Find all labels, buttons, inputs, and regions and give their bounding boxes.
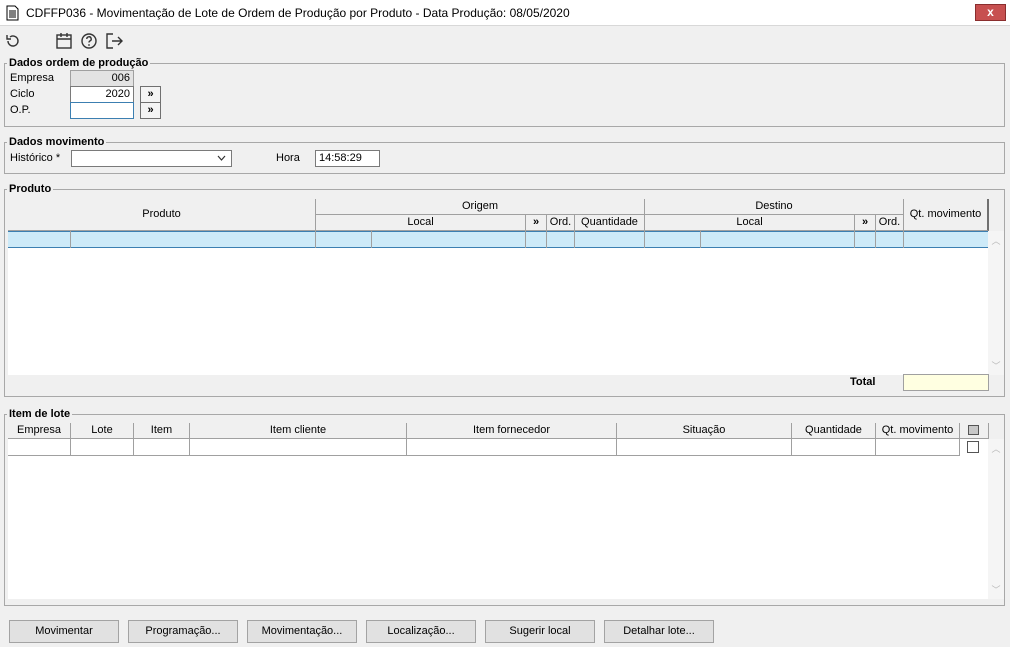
- dados-movimento-legend: Dados movimento: [9, 136, 105, 148]
- col-situacao[interactable]: Situação: [617, 423, 792, 439]
- calendar-icon[interactable]: [55, 32, 73, 50]
- historico-label: Histórico *: [10, 152, 61, 164]
- chevron-down-icon[interactable]: [217, 155, 226, 162]
- col-lote[interactable]: Lote: [71, 423, 134, 439]
- total-field: [903, 374, 989, 391]
- table-row[interactable]: [8, 231, 989, 248]
- historico-select[interactable]: [71, 150, 232, 167]
- movimentar-button[interactable]: Movimentar: [9, 620, 119, 643]
- col-origem-expand[interactable]: »: [526, 215, 547, 231]
- sugerir-local-button[interactable]: Sugerir local: [485, 620, 595, 643]
- detalhar-lote-button[interactable]: Detalhar lote...: [604, 620, 714, 643]
- col-origem-local[interactable]: Local: [316, 215, 526, 231]
- produto-scrollbar[interactable]: ︿ ﹀: [988, 231, 1004, 375]
- ciclo-label: Ciclo: [10, 88, 35, 100]
- refresh-icon[interactable]: [4, 32, 22, 50]
- ciclo-expand-button[interactable]: »: [140, 86, 161, 103]
- col-qt-movimento-lote[interactable]: Qt. movimento: [876, 423, 960, 439]
- item-lote-grid[interactable]: Empresa Lote Item Item cliente Item forn…: [8, 423, 989, 599]
- document-icon: [6, 5, 19, 21]
- select-all-checkbox[interactable]: [968, 425, 979, 435]
- col-origem-ord[interactable]: Ord.: [547, 215, 575, 231]
- item-lote-legend: Item de lote: [9, 408, 71, 420]
- empresa-label: Empresa: [10, 72, 55, 84]
- col-item-fornecedor[interactable]: Item fornecedor: [407, 423, 617, 439]
- produto-grid[interactable]: Produto Origem Destino Qt. movimento Loc…: [8, 199, 989, 375]
- close-button[interactable]: x: [975, 4, 1006, 21]
- op-expand-button[interactable]: »: [140, 102, 161, 119]
- ciclo-field[interactable]: 2020: [70, 86, 134, 103]
- hora-label: Hora: [276, 152, 300, 164]
- help-icon[interactable]: [80, 32, 98, 50]
- col-empresa[interactable]: Empresa: [8, 423, 71, 439]
- row-checkbox[interactable]: [967, 441, 979, 453]
- exit-icon[interactable]: [105, 32, 123, 50]
- scroll-up-icon[interactable]: ︿: [991, 234, 1001, 247]
- empresa-field: 006: [70, 70, 134, 87]
- col-produto[interactable]: Produto: [8, 199, 316, 231]
- col-destino-ord[interactable]: Ord.: [876, 215, 904, 231]
- dados-ordem-legend: Dados ordem de produção: [9, 57, 149, 69]
- op-label: O.P.: [10, 104, 31, 116]
- localizacao-button[interactable]: Localização...: [366, 620, 476, 643]
- col-origem-quantidade[interactable]: Quantidade: [575, 215, 645, 231]
- col-item-cliente[interactable]: Item cliente: [190, 423, 407, 439]
- programacao-button[interactable]: Programação...: [128, 620, 238, 643]
- produto-legend: Produto: [9, 183, 52, 195]
- scroll-up-icon[interactable]: ︿: [991, 442, 1001, 455]
- col-qt-movimento[interactable]: Qt. movimento: [904, 199, 989, 231]
- window-title: CDFFP036 - Movimentação de Lote de Ordem…: [26, 6, 570, 20]
- scroll-down-icon[interactable]: ﹀: [991, 583, 1001, 596]
- item-lote-scrollbar[interactable]: ︿ ﹀: [988, 439, 1004, 599]
- total-label: Total: [850, 376, 876, 388]
- table-row[interactable]: [8, 439, 960, 456]
- col-destino-local[interactable]: Local: [645, 215, 855, 231]
- scroll-down-icon[interactable]: ﹀: [991, 359, 1001, 372]
- hora-field[interactable]: 14:58:29: [315, 150, 380, 167]
- col-quantidade[interactable]: Quantidade: [792, 423, 876, 439]
- movimentacao-button[interactable]: Movimentação...: [247, 620, 357, 643]
- title-bar: CDFFP036 - Movimentação de Lote de Ordem…: [0, 0, 1010, 26]
- col-destino-expand[interactable]: »: [855, 215, 876, 231]
- col-select-all[interactable]: [960, 423, 989, 439]
- col-item[interactable]: Item: [134, 423, 190, 439]
- col-origem: Origem: [316, 199, 645, 215]
- col-destino: Destino: [645, 199, 904, 215]
- op-field[interactable]: [70, 102, 134, 119]
